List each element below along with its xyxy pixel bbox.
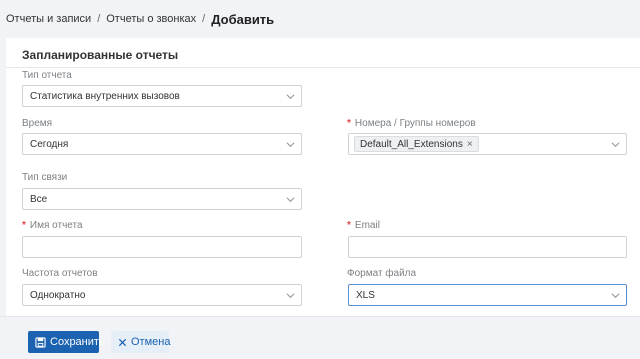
call-type-value: Все [30, 193, 48, 205]
scheduled-reports-card: Запланированные отчеты Тип отчета Статис… [6, 38, 640, 316]
required-marker: * [347, 220, 351, 231]
file-format-value: XLS [356, 289, 375, 301]
numbers-tags: Default_All_Extensions × [354, 136, 626, 152]
tag-label: Default_All_Extensions [360, 138, 463, 150]
required-marker: * [22, 220, 26, 231]
cancel-button-label: Отмена [131, 336, 171, 348]
report-type-label: Тип отчета [22, 70, 72, 81]
chevron-down-icon [286, 92, 295, 101]
cancel-button[interactable]: Отмена [111, 331, 171, 353]
number-group-tag: Default_All_Extensions × [354, 136, 479, 152]
breadcrumb-separator: / [202, 13, 206, 25]
report-type-select[interactable]: Статистика внутренних вызовов [22, 85, 302, 107]
close-icon [118, 338, 127, 347]
email-label-text: Email [354, 220, 380, 231]
breadcrumb-call-reports[interactable]: Отчеты о звонках [106, 13, 196, 25]
chevron-down-icon [286, 291, 295, 300]
breadcrumb: Отчеты и записи / Отчеты о звонках / Доб… [6, 10, 274, 28]
save-icon [35, 336, 46, 348]
file-format-select[interactable]: XLS [348, 284, 627, 306]
divider [6, 67, 640, 68]
report-type-value: Статистика внутренних вызовов [30, 90, 180, 102]
divider [0, 316, 640, 317]
chevron-down-icon [286, 140, 295, 149]
breadcrumb-reports-records[interactable]: Отчеты и записи [6, 13, 91, 25]
report-name-label-text: Имя отчета [29, 220, 83, 231]
breadcrumb-separator: / [97, 13, 101, 25]
email-label: * Email [347, 220, 380, 231]
time-select[interactable]: Сегодня [22, 133, 302, 155]
report-name-input[interactable] [22, 236, 302, 258]
chevron-down-icon [286, 195, 295, 204]
save-button[interactable]: Сохранить [28, 331, 105, 353]
numbers-multiselect[interactable]: Default_All_Extensions × [348, 133, 627, 155]
page-title: Добавить [211, 11, 275, 27]
call-type-label: Тип связи [22, 172, 68, 183]
chevron-down-icon [611, 291, 620, 300]
time-value: Сегодня [30, 138, 69, 150]
save-button-label: Сохранить [50, 336, 105, 348]
frequency-value: Однократно [30, 289, 86, 301]
call-type-select[interactable]: Все [22, 188, 302, 210]
time-label: Время [22, 118, 53, 129]
frequency-select[interactable]: Однократно [22, 284, 302, 306]
numbers-label-text: Номера / Группы номеров [354, 118, 476, 129]
required-marker: * [347, 118, 351, 129]
frequency-label: Частота отчетов [22, 268, 98, 279]
report-name-label: * Имя отчета [22, 220, 83, 231]
email-input[interactable] [348, 236, 627, 258]
card-title: Запланированные отчеты [22, 48, 179, 62]
numbers-label: * Номера / Группы номеров [347, 118, 476, 129]
chevron-down-icon [611, 140, 620, 149]
close-icon[interactable]: × [467, 139, 473, 150]
file-format-label: Формат файла [347, 268, 417, 279]
